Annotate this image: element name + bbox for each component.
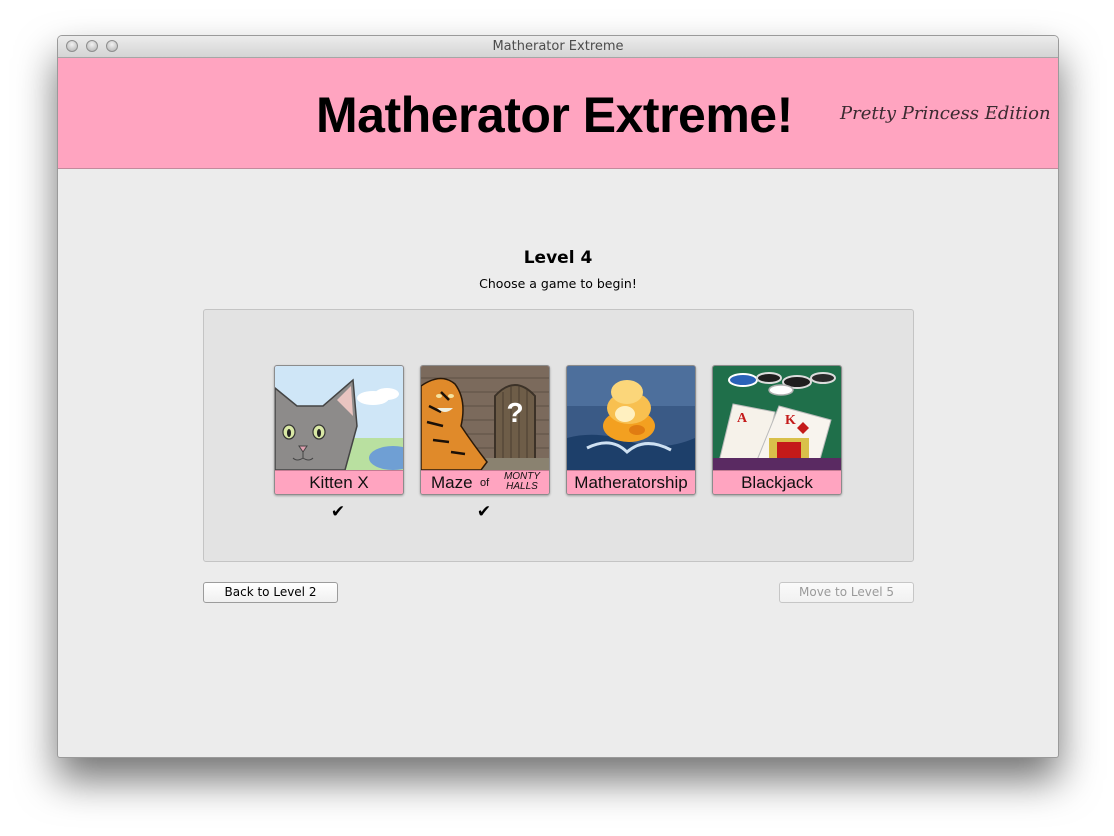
game-tile-kitten-x[interactable]: Kitten X xyxy=(274,365,404,495)
app-title: Matherator Extreme! xyxy=(316,87,793,143)
svg-text:?: ? xyxy=(506,397,523,428)
header-banner: Matherator Extreme! Pretty Princess Edit… xyxy=(58,58,1058,169)
window-title: Matherator Extreme xyxy=(492,39,624,54)
level-instruction: Choose a game to begin! xyxy=(479,276,637,291)
back-level-button[interactable]: Back to Level 2 xyxy=(203,582,338,603)
svg-text:K: K xyxy=(785,413,796,428)
completed-checkmark: ✔ xyxy=(330,502,346,522)
app-window: Matherator Extreme Matherator Extreme! P… xyxy=(57,35,1059,758)
svg-text:A: A xyxy=(737,411,748,426)
game-label: Matheratorship xyxy=(567,470,695,494)
tiger-door-image: ? xyxy=(421,366,549,470)
cards-chips-image: A K xyxy=(713,366,841,470)
games-panel: Kitten X ? Maze of MONTY HALLS Matherato… xyxy=(203,309,914,562)
next-level-button[interactable]: Move to Level 5 xyxy=(779,582,914,603)
game-label: Kitten X xyxy=(275,470,403,494)
game-label: Blackjack xyxy=(713,470,841,494)
game-tile-blackjack[interactable]: A K Blackjack xyxy=(712,365,842,495)
game-tile-matheratorship[interactable]: Matheratorship xyxy=(566,365,696,495)
game-tile-maze-of-monty-halls[interactable]: ? Maze of MONTY HALLS xyxy=(420,365,550,495)
kitten-image xyxy=(275,366,403,470)
title-bar: Matherator Extreme xyxy=(58,36,1058,58)
explosion-water-image xyxy=(567,366,695,470)
edition-subtitle: Pretty Princess Edition xyxy=(840,103,1051,124)
maze-label-halls: HALLS xyxy=(506,481,538,492)
maze-label-monty-halls: MONTY HALLS xyxy=(499,472,545,492)
maze-label-word: Maze xyxy=(431,473,473,492)
completed-checkmark: ✔ xyxy=(476,502,492,522)
maze-label-of: of xyxy=(480,477,490,489)
game-label: Maze of MONTY HALLS xyxy=(421,470,549,494)
level-heading: Level 4 xyxy=(523,248,593,268)
